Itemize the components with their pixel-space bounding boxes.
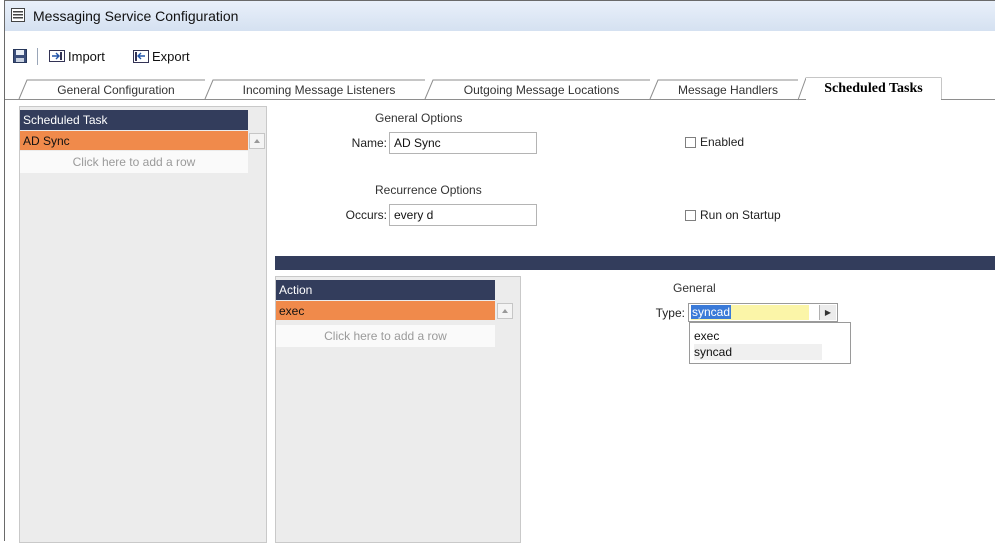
- enabled-label: Enabled: [700, 135, 745, 149]
- tab-strip: General Configuration Incoming Message L…: [5, 77, 995, 101]
- type-option-exec[interactable]: exec: [694, 328, 719, 344]
- scheduled-task-grid: Scheduled Task AD Sync Click here to add…: [19, 106, 267, 543]
- type-select[interactable]: syncad ▶: [688, 303, 838, 322]
- dropdown-arrow-icon[interactable]: ▶: [819, 305, 836, 320]
- occurs-field[interactable]: [389, 204, 537, 226]
- add-scheduled-task-row[interactable]: Click here to add a row: [20, 151, 248, 173]
- tab-message-handlers[interactable]: Message Handlers: [658, 80, 798, 99]
- tab-outgoing-message-locations[interactable]: Outgoing Message Locations: [433, 80, 650, 99]
- action-header: Action: [276, 280, 495, 300]
- action-grid: Action exec Click here to add a row: [275, 276, 521, 543]
- toolbar: Import Export: [5, 31, 995, 71]
- type-label: Type:: [655, 306, 685, 320]
- scheduled-task-header: Scheduled Task: [20, 110, 248, 130]
- title-bar: Messaging Service Configuration: [5, 1, 995, 32]
- window: Messaging Service Configuration Import E…: [4, 0, 995, 543]
- general-options-title: General Options: [375, 111, 463, 125]
- type-option-syncad[interactable]: syncad: [694, 344, 822, 360]
- window-title: Messaging Service Configuration: [33, 8, 239, 24]
- run-on-startup-checkbox[interactable]: Run on Startup: [685, 208, 781, 222]
- enabled-checkbox-box[interactable]: [685, 136, 696, 148]
- action-scroll-up-button[interactable]: [497, 303, 513, 319]
- occurs-label: Occurs:: [345, 208, 387, 222]
- type-dropdown-list: exec syncad: [689, 322, 851, 364]
- section-divider-bar: [275, 256, 995, 270]
- import-button[interactable]: Import: [49, 47, 105, 65]
- triangle-up-icon: [254, 139, 260, 143]
- run-on-startup-label: Run on Startup: [700, 208, 781, 222]
- tab-incoming-message-listeners[interactable]: Incoming Message Listeners: [213, 80, 425, 99]
- type-selected-text: syncad: [691, 305, 732, 319]
- name-field[interactable]: [389, 132, 537, 154]
- enabled-checkbox[interactable]: Enabled: [685, 135, 744, 149]
- name-label: Name:: [351, 136, 387, 150]
- tab-general-configuration[interactable]: General Configuration: [27, 80, 205, 99]
- general-title: General: [673, 281, 716, 295]
- run-on-startup-checkbox-box[interactable]: [685, 209, 696, 221]
- add-action-row[interactable]: Click here to add a row: [276, 325, 495, 347]
- action-row[interactable]: exec: [276, 301, 495, 320]
- scheduled-task-row[interactable]: AD Sync: [20, 131, 248, 150]
- export-label: Export: [152, 48, 190, 64]
- import-icon: [49, 50, 65, 62]
- window-app-icon: [11, 8, 25, 22]
- export-icon: [133, 49, 149, 63]
- recurrence-options-title: Recurrence Options: [375, 183, 482, 197]
- toolbar-separator: [37, 48, 38, 65]
- save-icon[interactable]: [13, 49, 27, 63]
- triangle-up-icon: [502, 309, 508, 313]
- tab-scheduled-tasks[interactable]: Scheduled Tasks: [806, 78, 941, 100]
- import-label: Import: [68, 48, 105, 64]
- type-select-value[interactable]: syncad: [691, 305, 809, 320]
- export-button[interactable]: Export: [133, 47, 190, 65]
- scroll-up-button[interactable]: [249, 133, 265, 149]
